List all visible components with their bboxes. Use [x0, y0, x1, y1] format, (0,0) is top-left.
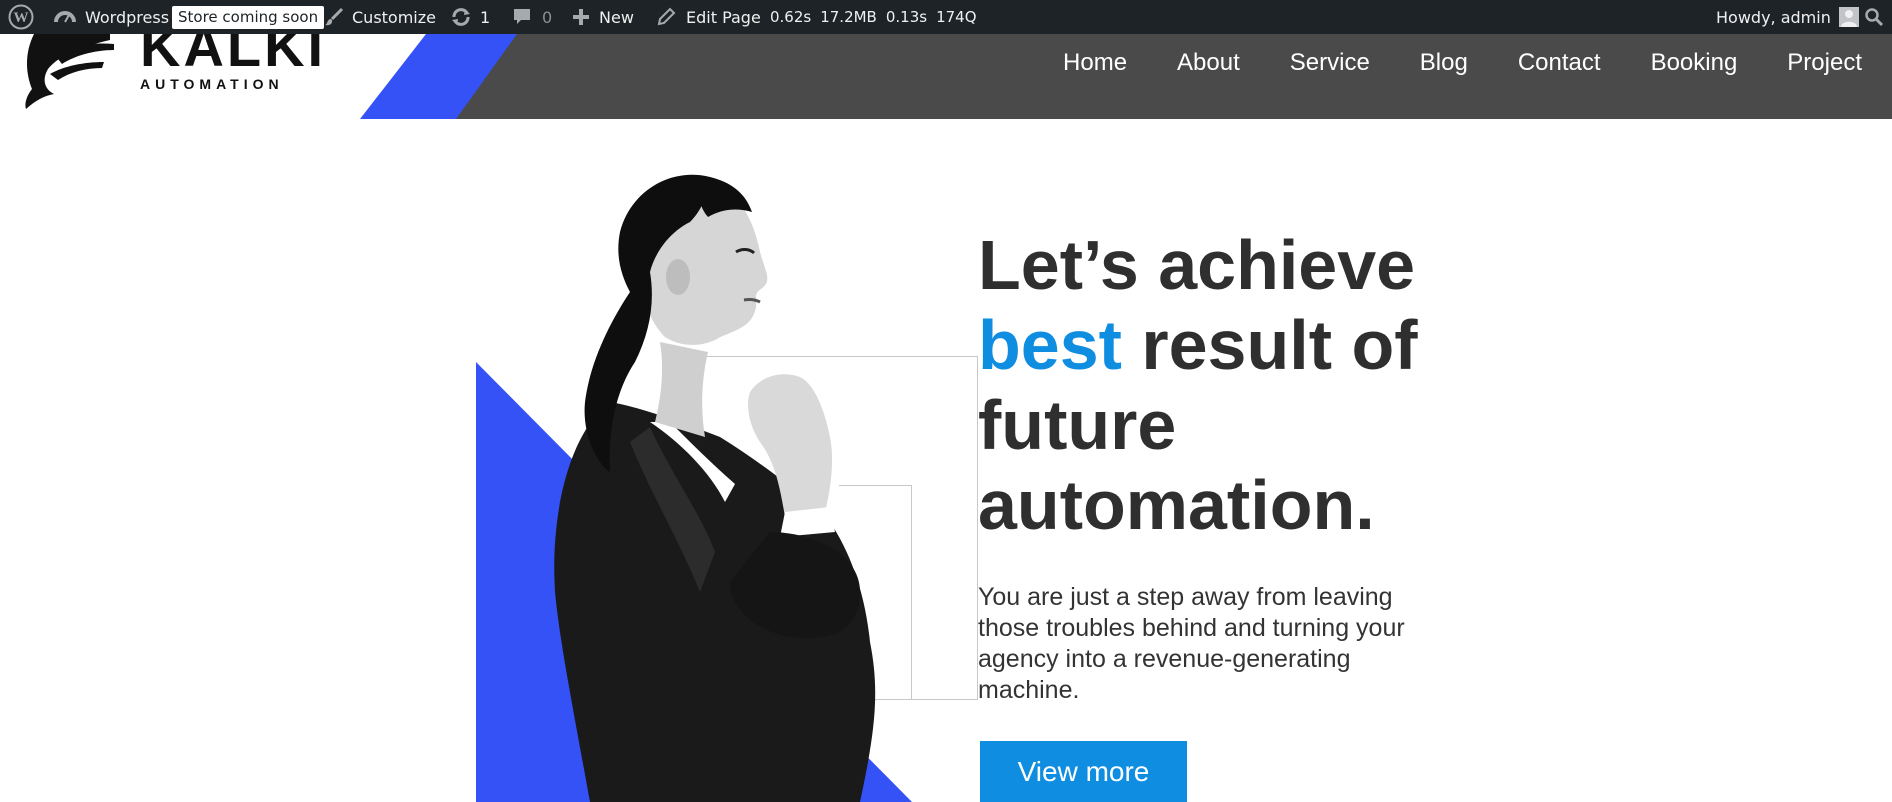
- logo-subtitle: AUTOMATION: [140, 76, 284, 92]
- nav-booking[interactable]: Booking: [1651, 49, 1738, 77]
- query-monitor-stats[interactable]: 0.62s 17.2MB 0.13s 174Q: [770, 0, 986, 34]
- query-time: 0.13s: [885, 8, 928, 26]
- logo-mark-icon: [25, 34, 114, 109]
- edit-page-link[interactable]: Edit Page: [656, 0, 761, 34]
- query-count: 174Q: [936, 8, 977, 26]
- logo-title: KALKI: [140, 34, 327, 78]
- headline-accent-word: best: [978, 306, 1122, 384]
- account-menu[interactable]: Howdy, admin: [1716, 0, 1859, 34]
- main-nav: Home About Service Blog Contact Booking …: [1013, 34, 1862, 92]
- comment-icon: [514, 9, 530, 24]
- nav-home[interactable]: Home: [1063, 49, 1127, 77]
- wordpress-logo-icon[interactable]: W: [8, 0, 34, 34]
- headline-line-2: result of: [1121, 306, 1418, 384]
- updates-count: 1: [480, 7, 491, 27]
- store-status-badge: Store coming soon: [172, 5, 325, 29]
- memory-usage: 17.2MB: [820, 8, 877, 26]
- avatar: [1838, 7, 1859, 27]
- dashboard-icon: [54, 11, 76, 23]
- hero-headline: Let’s achieve best result of future auto…: [978, 225, 1458, 545]
- search-icon[interactable]: [1864, 0, 1884, 34]
- customize-link[interactable]: Customize: [324, 0, 436, 34]
- headline-line-1: Let’s achieve: [978, 226, 1416, 304]
- svg-text:W: W: [14, 10, 29, 26]
- nav-service[interactable]: Service: [1290, 49, 1370, 77]
- new-label: New: [599, 7, 634, 27]
- comments-count: 0: [542, 7, 553, 27]
- nav-contact[interactable]: Contact: [1518, 49, 1601, 77]
- greeting: Howdy, admin: [1716, 7, 1831, 27]
- headline-line-3: future: [978, 386, 1177, 464]
- hero-subtext: You are just a step away from leaving th…: [978, 583, 1405, 704]
- pencil-icon: [657, 7, 676, 26]
- view-more-button[interactable]: View more: [980, 741, 1187, 802]
- headline-line-4: automation.: [978, 466, 1375, 544]
- store-badge-link[interactable]: Store coming soon: [172, 0, 325, 34]
- comments-link[interactable]: 0: [512, 0, 552, 34]
- site-name: Wordpress: [85, 7, 170, 27]
- hero-portrait-image: [554, 174, 876, 802]
- plus-icon: [573, 9, 589, 25]
- new-content-link[interactable]: New: [572, 0, 634, 34]
- site-name-link[interactable]: Wordpress: [54, 0, 169, 34]
- customize-label: Customize: [352, 7, 436, 27]
- nav-blog[interactable]: Blog: [1420, 49, 1468, 77]
- page-time: 0.62s: [770, 8, 812, 26]
- admin-bar: W Wordpress Store coming soon Customize …: [0, 0, 1892, 34]
- updates-icon: [452, 8, 470, 26]
- paintbrush-icon: [325, 7, 344, 26]
- nav-project[interactable]: Project: [1787, 49, 1862, 77]
- nav-about[interactable]: About: [1177, 49, 1240, 77]
- updates-link[interactable]: 1: [450, 0, 490, 34]
- site-header: KALKI AUTOMATION Home About Service Blog…: [0, 34, 1892, 119]
- edit-page-label: Edit Page: [686, 7, 761, 27]
